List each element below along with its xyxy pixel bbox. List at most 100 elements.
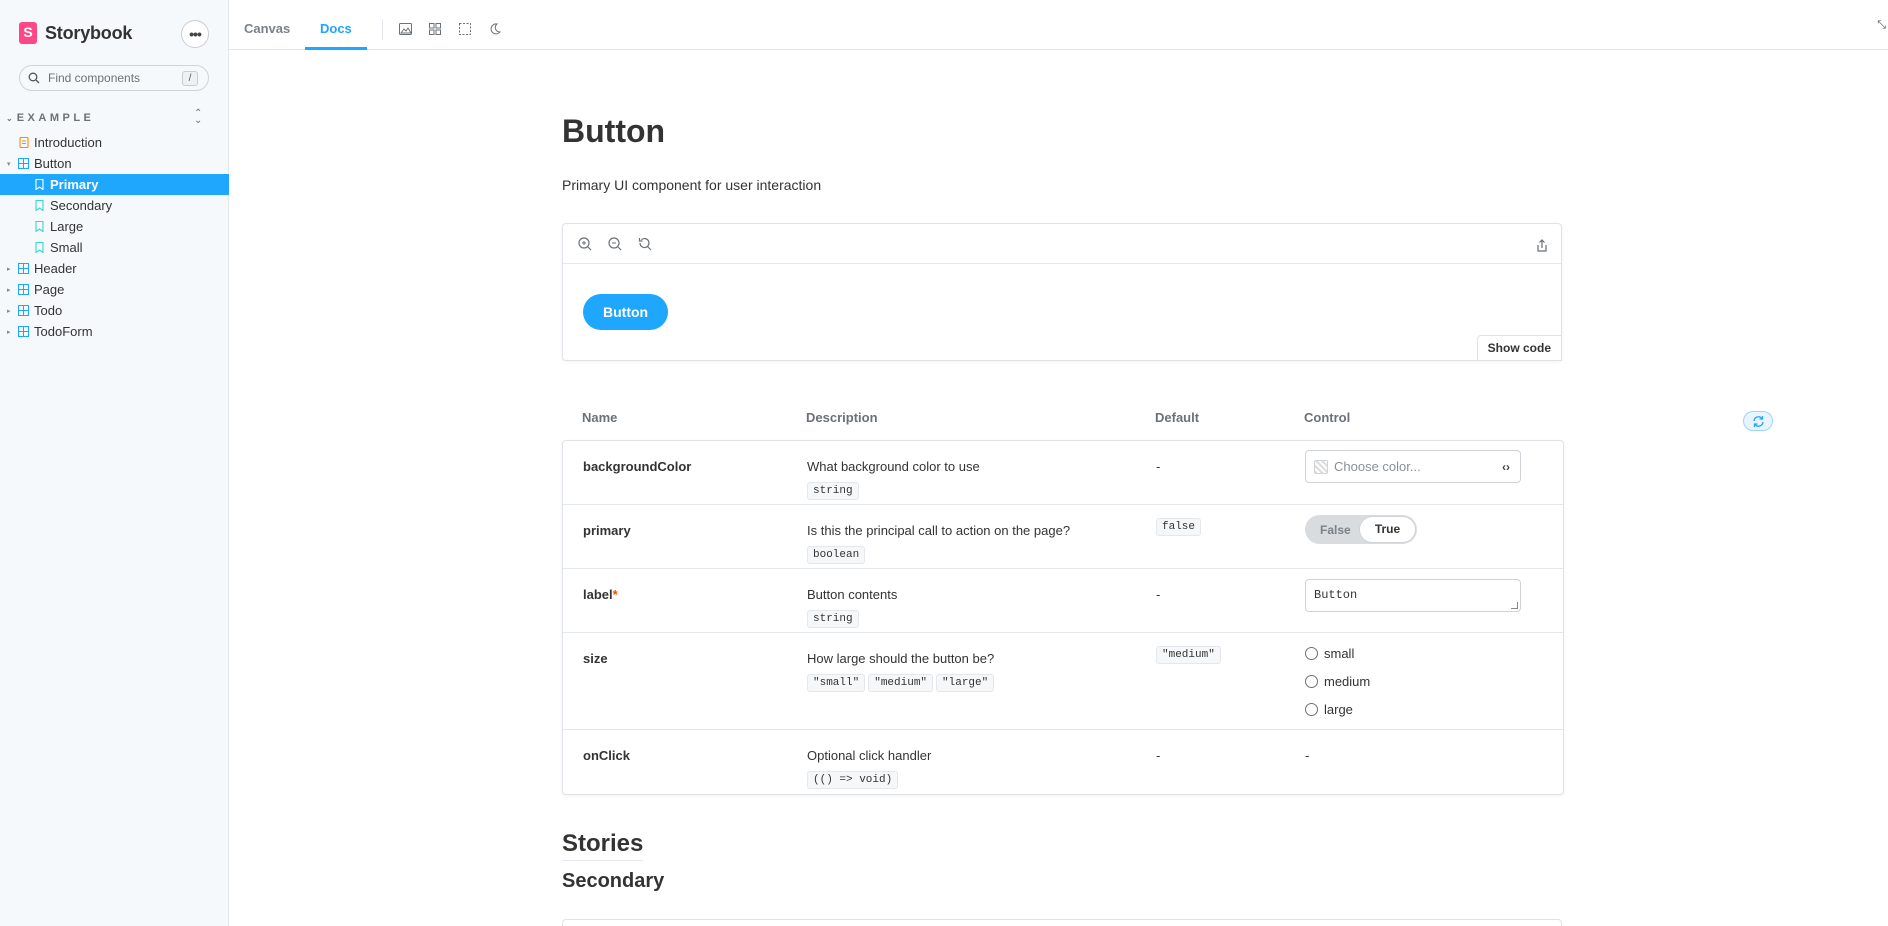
- component-icon: [18, 263, 29, 274]
- table-row: backgroundColor What background color to…: [563, 441, 1563, 505]
- story-heading-secondary: Secondary: [562, 870, 665, 892]
- sidebar-item-secondary[interactable]: Secondary: [0, 195, 229, 216]
- prop-default: false: [1156, 517, 1204, 536]
- sidebar-item-label: Button: [34, 156, 72, 171]
- component-icon: [18, 305, 29, 316]
- sidebar-item-label: Large: [50, 219, 84, 234]
- sidebar-item-label: TodoForm: [34, 324, 93, 339]
- sidebar-item-label: Primary: [50, 177, 99, 192]
- toggle-switch[interactable]: False True: [1305, 515, 1417, 544]
- toggle-false[interactable]: False: [1320, 523, 1351, 537]
- sidebar-item-todoform[interactable]: ▸ TodoForm: [0, 321, 229, 342]
- prop-name: size: [583, 651, 608, 666]
- prop-name: backgroundColor: [583, 459, 692, 474]
- moon-icon[interactable]: [487, 21, 503, 37]
- demo-primary-button[interactable]: Button: [583, 294, 669, 330]
- component-icon: [18, 284, 29, 295]
- tab-docs[interactable]: Docs: [305, 9, 367, 50]
- sidebar-item-large[interactable]: Large: [0, 216, 229, 237]
- outline-icon[interactable]: [457, 21, 473, 37]
- table-row: size How large should the button be? "sm…: [563, 633, 1563, 730]
- page-subtitle: Primary UI component for user interactio…: [562, 177, 822, 193]
- sidebar: Storybook ••• / ⌄ EXAMPLE ⌃⌄ Introductio…: [0, 0, 229, 926]
- bookmark-icon: [34, 221, 45, 232]
- brand-name: Storybook: [45, 22, 133, 43]
- document-icon: [18, 137, 29, 148]
- args-table: backgroundColor What background color to…: [562, 440, 1564, 795]
- type-badge: (() => void): [807, 771, 899, 789]
- component-icon: [18, 326, 29, 337]
- radio-large[interactable]: large: [1305, 695, 1370, 723]
- show-code-button[interactable]: Show code: [1476, 335, 1562, 361]
- type-badge: "large": [936, 674, 995, 692]
- color-control[interactable]: Choose color... ‹›: [1305, 450, 1521, 483]
- radio-label: large: [1324, 701, 1353, 717]
- radio-group: small medium large: [1305, 639, 1370, 723]
- color-input[interactable]: Choose color... ‹›: [1305, 450, 1521, 483]
- sidebar-item-label: Todo: [34, 303, 63, 318]
- type-badge: string: [807, 482, 859, 500]
- sidebar-item-button[interactable]: ▾ Button: [0, 153, 229, 174]
- radio-medium[interactable]: medium: [1305, 667, 1370, 695]
- grid-icon[interactable]: [427, 21, 443, 37]
- text-control[interactable]: Button: [1305, 579, 1521, 612]
- bookmark-icon: [34, 242, 45, 253]
- prop-description: Optional click handler (() => void): [807, 748, 931, 789]
- sync-icon: [1752, 415, 1764, 427]
- toolbar-divider: [382, 19, 383, 40]
- tab-canvas[interactable]: Canvas: [244, 9, 290, 50]
- radio-circle[interactable]: [1305, 646, 1318, 660]
- type-badge: boolean: [807, 546, 866, 564]
- image-icon[interactable]: [397, 21, 413, 37]
- prop-name-text: label: [583, 587, 613, 602]
- description-text: Optional click handler: [807, 748, 932, 763]
- brand[interactable]: Storybook: [19, 22, 132, 44]
- toggle-true[interactable]: True: [1359, 516, 1416, 543]
- fullscreen-icon[interactable]: ⤡: [1877, 19, 1886, 32]
- default-badge: false: [1156, 518, 1202, 536]
- boolean-toggle[interactable]: False True: [1305, 515, 1417, 544]
- prop-name: onClick: [583, 748, 630, 763]
- radio-label: medium: [1324, 673, 1371, 689]
- more-options-button[interactable]: •••: [181, 20, 209, 48]
- section-title: EXAMPLE: [16, 112, 95, 124]
- sidebar-item-todo[interactable]: ▸ Todo: [0, 300, 229, 321]
- reset-controls-button[interactable]: [1743, 411, 1773, 431]
- table-row: onClick Optional click handler (() => vo…: [563, 730, 1563, 794]
- section-header-example[interactable]: ⌄ EXAMPLE: [6, 112, 94, 124]
- radio-circle[interactable]: [1305, 702, 1318, 716]
- label-textarea[interactable]: Button: [1305, 579, 1521, 612]
- radio-small[interactable]: small: [1305, 639, 1370, 667]
- stories-heading: Stories: [562, 830, 644, 861]
- radio-label: small: [1324, 645, 1355, 661]
- search-icon: [28, 72, 40, 84]
- code-icon[interactable]: ‹›: [1502, 460, 1510, 474]
- bookmark-icon: [34, 179, 45, 190]
- sidebar-item-label: Secondary: [50, 198, 113, 213]
- radio-circle[interactable]: [1305, 674, 1318, 688]
- sidebar-item-header[interactable]: ▸ Header: [0, 258, 229, 279]
- sidebar-item-introduction[interactable]: Introduction: [0, 132, 229, 153]
- table-row: label* Button contents string - Button: [563, 569, 1563, 633]
- preview-toolbar: [563, 224, 1561, 264]
- share-icon[interactable]: [1534, 238, 1550, 254]
- description-text: How large should the button be?: [807, 651, 995, 666]
- sidebar-item-label: Header: [34, 261, 77, 276]
- sidebar-item-page[interactable]: ▸ Page: [0, 279, 229, 300]
- search-input[interactable]: [48, 71, 178, 85]
- toolbar: Canvas Docs ⤡: [229, 9, 1888, 50]
- zoom-in-icon[interactable]: [577, 236, 593, 252]
- sidebar-item-small[interactable]: Small: [0, 237, 229, 258]
- prop-description: What background color to use string: [807, 459, 980, 500]
- collapse-all-icon[interactable]: ⌃ ⌄: [194, 109, 202, 126]
- chevron-down-icon: ▾: [7, 160, 11, 168]
- column-header-description: Description: [806, 410, 878, 425]
- chevron-right-icon: ▸: [7, 286, 11, 294]
- zoom-out-icon[interactable]: [607, 236, 623, 252]
- search-box[interactable]: /: [19, 65, 209, 91]
- sidebar-item-primary[interactable]: Primary: [0, 174, 229, 195]
- story-preview: Button Show code: [562, 223, 1562, 361]
- zoom-reset-icon[interactable]: [637, 236, 653, 252]
- color-swatch[interactable]: [1314, 459, 1328, 474]
- sidebar-item-label: Page: [34, 282, 65, 297]
